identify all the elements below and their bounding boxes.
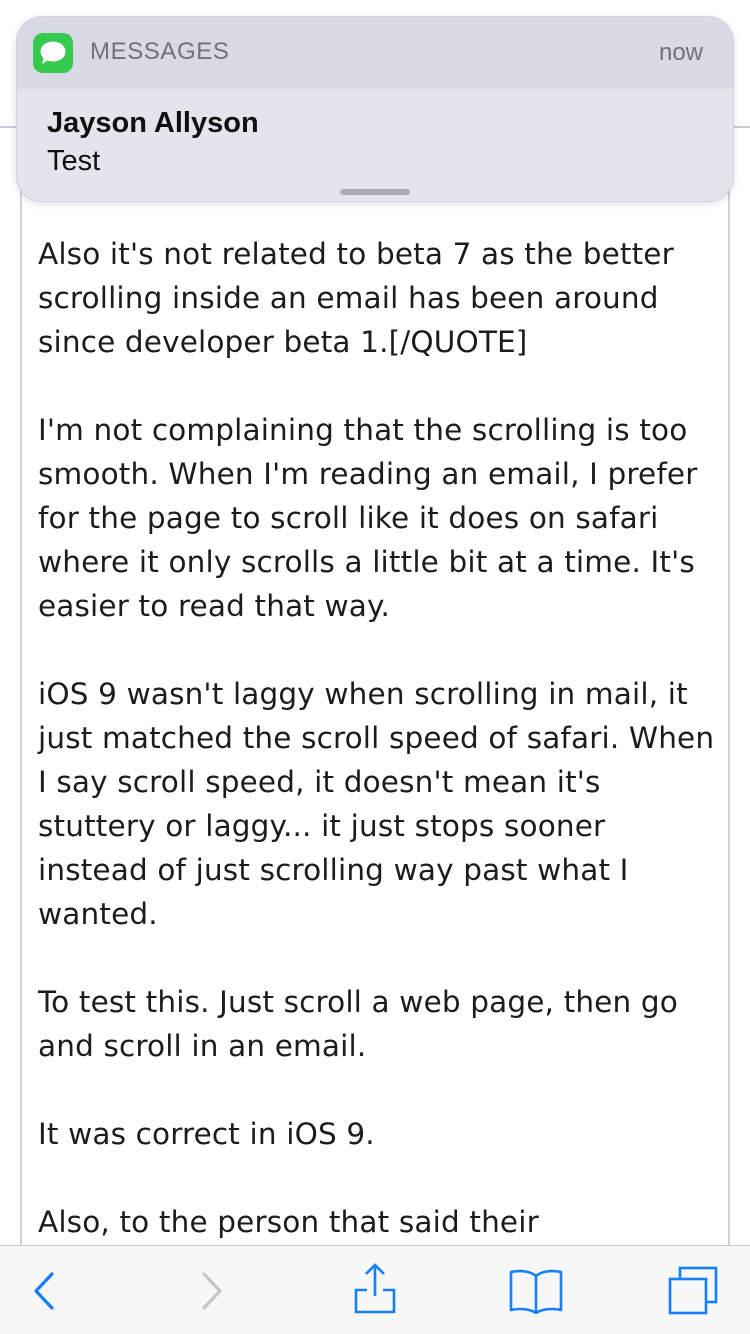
notification-time: now (658, 39, 703, 66)
share-button[interactable] (330, 1246, 420, 1334)
chevron-left-icon (34, 1272, 54, 1310)
post-paragraph: iOS 9 wasn't laggy when scrolling in mai… (38, 677, 715, 931)
tabs-icon (668, 1266, 718, 1315)
bookmarks-button[interactable] (490, 1246, 580, 1334)
notification-app-name: MESSAGES (90, 38, 230, 65)
post-paragraph: I'm not complaining that the scrolling i… (38, 413, 698, 623)
messages-app-icon (33, 33, 73, 73)
share-icon (354, 1263, 396, 1314)
post-paragraph: It was correct in iOS 9. (38, 1117, 375, 1151)
post-paragraph: To test this. Just scroll a web page, th… (38, 985, 678, 1063)
notification-banner[interactable]: MESSAGES now Jayson Allyson Test (16, 16, 734, 202)
tabs-button[interactable] (655, 1246, 745, 1334)
post-body: Also it's not related to beta 7 as the b… (38, 232, 718, 1244)
notification-grabber[interactable] (340, 189, 410, 195)
notification-sender: Jayson Allyson (47, 107, 259, 139)
forward-button[interactable] (165, 1246, 255, 1334)
bottom-toolbar (0, 1245, 750, 1334)
notification-message: Test (47, 145, 101, 177)
book-icon (509, 1269, 563, 1314)
back-button[interactable] (0, 1246, 90, 1334)
post-paragraph: Also, to the person that said their (38, 1205, 539, 1239)
safari-page: Also it's not related to beta 7 as the b… (0, 0, 750, 1334)
chevron-right-icon (202, 1272, 222, 1310)
post-paragraph: Also it's not related to beta 7 as the b… (38, 237, 674, 359)
